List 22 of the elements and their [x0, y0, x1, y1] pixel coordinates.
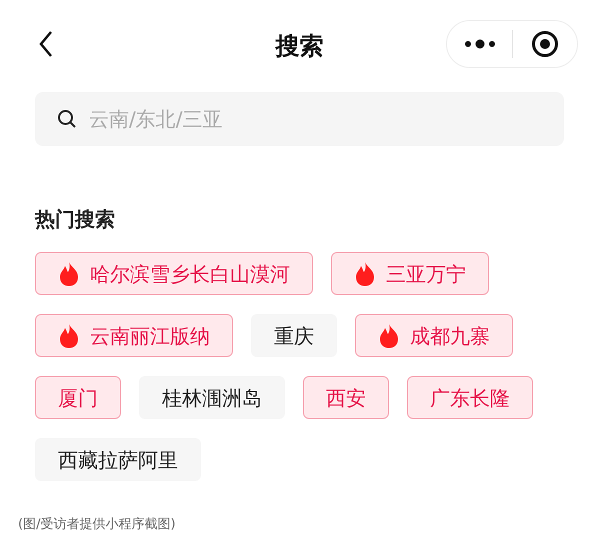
search-tag[interactable]: 三亚万宁: [331, 252, 489, 295]
more-icon: [464, 39, 496, 49]
page-title: 搜索: [276, 31, 324, 62]
section-heading: 热门搜索: [35, 206, 116, 233]
search-tag[interactable]: 厦门: [35, 376, 121, 419]
search-tag[interactable]: 云南丽江版纳: [35, 314, 233, 357]
search-tag[interactable]: 广东长隆: [407, 376, 533, 419]
target-icon: [530, 30, 559, 58]
search-tag[interactable]: 西藏拉萨阿里: [35, 438, 201, 481]
flame-icon: [58, 260, 80, 286]
flame-icon: [354, 260, 376, 286]
search-tag[interactable]: 桂林涠洲岛: [139, 376, 285, 419]
search-tag[interactable]: 成都九寨: [355, 314, 513, 357]
search-icon: [57, 109, 77, 129]
caption: (图/受访者提供小程序截图): [18, 516, 176, 534]
search-tag[interactable]: 重庆: [251, 314, 337, 357]
search-tag[interactable]: 西安: [303, 376, 389, 419]
search-tag[interactable]: 哈尔滨雪乡长白山漠河: [35, 252, 313, 295]
flame-icon: [58, 322, 80, 348]
flame-icon: [378, 322, 400, 348]
search-bar[interactable]: 云南/东北/三亚: [35, 92, 564, 146]
search-field[interactable]: 云南/东北/三亚: [89, 104, 542, 134]
